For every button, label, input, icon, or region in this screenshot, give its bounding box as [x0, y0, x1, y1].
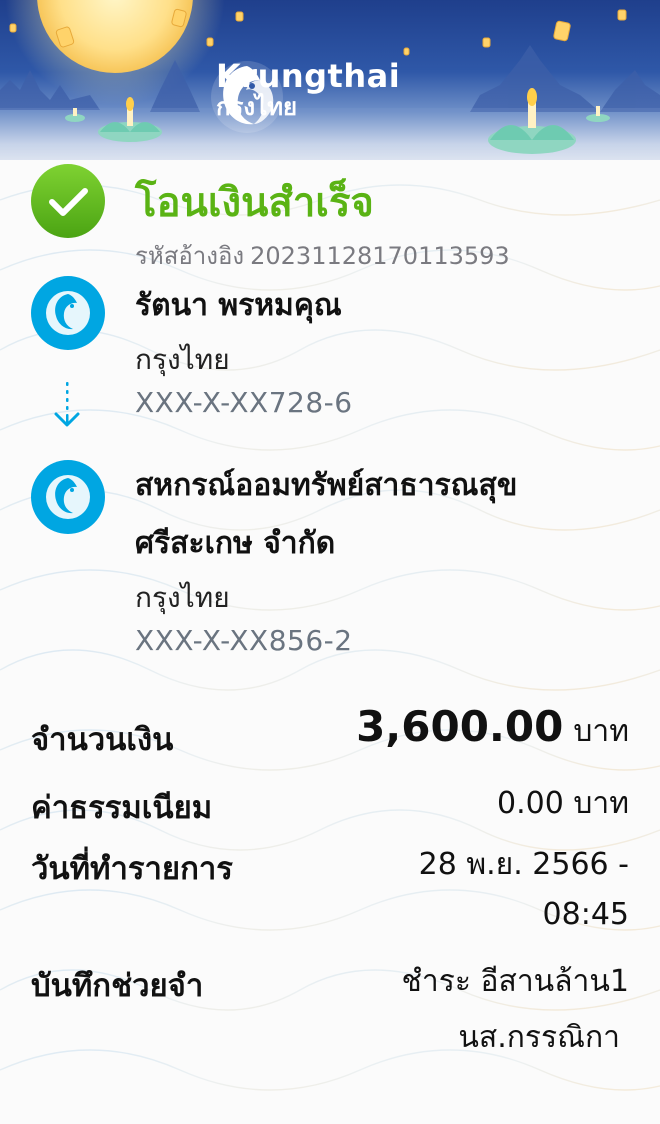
- sender-bank-logo-icon: [31, 276, 105, 350]
- sender-bank: กรุงไทย: [135, 343, 230, 376]
- sender-name: รัตนา พรหมคุณ: [135, 288, 342, 323]
- receiver-name-line2: ศรีสะเกษ จำกัด: [135, 526, 336, 561]
- fee-value: 0.00 บาท: [497, 786, 629, 821]
- memo-value-line2: นส.กรรณิกา: [458, 1020, 620, 1055]
- receiver-bank: กรุงไทย: [135, 581, 230, 614]
- receiver-account: XXX-X-XX856-2: [135, 624, 353, 657]
- receiver-name-line1: สหกรณ์ออมทรัพย์สาธารณสุข: [135, 468, 518, 503]
- amount-value-group: 3,600.00 บาท: [356, 702, 629, 755]
- date-label: วันที่ทำรายการ: [31, 851, 233, 887]
- memo-label: บันทึกช่วยจำ: [31, 968, 204, 1004]
- transfer-slip: โอนเงินสำเร็จ รหัสอ้างอิง 202311281701135…: [0, 0, 660, 1124]
- amount-label: จำนวนเงิน: [31, 722, 174, 758]
- check-circle-icon: [31, 164, 105, 238]
- reference-value: 20231128170113593: [250, 242, 510, 270]
- date-value-line2: 08:45: [542, 897, 629, 932]
- reference-number: รหัสอ้างอิง 20231128170113593: [135, 236, 510, 275]
- fee-label: ค่าธรรมเนียม: [31, 790, 213, 826]
- sender-account: XXX-X-XX728-6: [135, 386, 353, 419]
- reference-label: รหัสอ้างอิง: [135, 242, 245, 270]
- memo-value-line1: ชำระ อีสานล้าน1: [401, 964, 629, 999]
- arrow-down-dotted-icon: [54, 382, 80, 427]
- date-value-line1: 28 พ.ย. 2566 -: [418, 847, 629, 882]
- amount-unit: บาท: [573, 714, 629, 749]
- receiver-bank-logo-icon: [31, 460, 105, 534]
- status-title: โอนเงินสำเร็จ: [135, 180, 374, 226]
- amount-value: 3,600.00: [356, 702, 564, 751]
